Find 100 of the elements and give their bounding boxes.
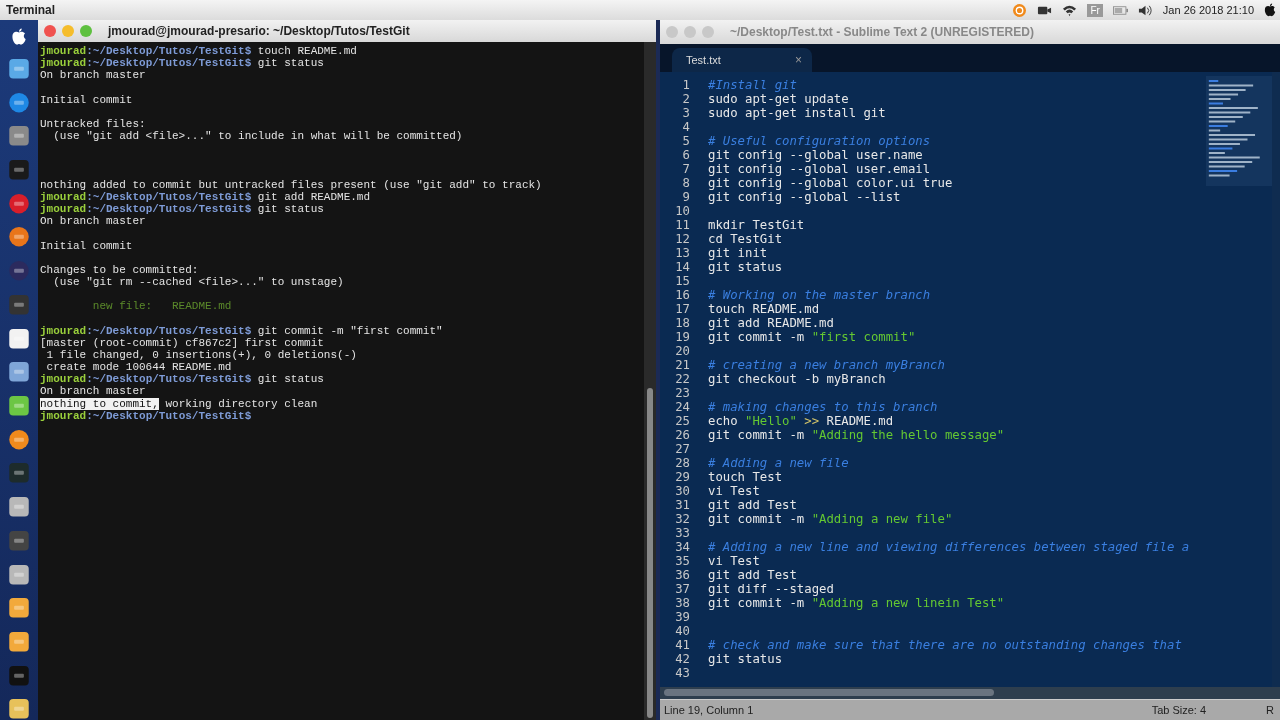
line-number: 27 — [674, 442, 690, 456]
terminal-output: 1 file changed, 0 insertions(+), 0 deletions(-) — [45, 348, 357, 361]
wifi-icon[interactable] — [1062, 3, 1078, 17]
close-button[interactable] — [44, 25, 56, 37]
terminal-output: (use "git add <file>..." to include in what will be committed) — [52, 130, 463, 143]
line-number: 33 — [674, 526, 690, 540]
terminal-output: [master (root-commit) cf867c2] first commit — [40, 336, 324, 349]
line-number: 22 — [674, 372, 690, 386]
code-text: git config --global user.name — [708, 148, 923, 162]
volume-icon[interactable] — [1137, 3, 1153, 17]
prompt-user: jmourad — [40, 409, 87, 422]
line-number: 7 — [681, 162, 690, 176]
window-title: ~/Desktop/Test.txt - Sublime Text 2 (UNREGISTERED) — [730, 25, 1034, 39]
code-text: git status — [708, 260, 783, 274]
code-text: git status — [708, 652, 783, 666]
code-text: git config --global color.ui true — [708, 176, 953, 190]
code-text: vi Test — [708, 484, 760, 498]
line-number: 31 — [674, 498, 690, 512]
code-comment: # check and make sure that there are no outstanding changes that — [708, 638, 1182, 652]
code-text: git add Test — [708, 498, 797, 512]
line-number: 13 — [674, 246, 690, 260]
code-text: sudo apt-get update — [708, 92, 849, 106]
prompt-user: jmourad — [40, 203, 87, 216]
line-number: 26 — [674, 428, 690, 442]
terminal-output: Initial commit — [40, 93, 133, 106]
close-tab-button[interactable]: × — [795, 53, 802, 67]
apple-icon[interactable] — [1264, 3, 1276, 17]
battery-icon[interactable] — [1112, 3, 1128, 17]
tab-size[interactable]: Tab Size: 4 — [1151, 704, 1207, 716]
command-text: touch README.md — [256, 45, 357, 57]
code-text: README.md — [825, 414, 894, 428]
code-text: git config --global user.email — [708, 162, 931, 176]
terminal-output: Untracked files: — [40, 117, 146, 130]
code-operator: >> — [803, 414, 820, 428]
line-number: 3 — [681, 106, 690, 120]
line-number: 1 — [681, 78, 690, 92]
window-title: jmourad@jmourad-presario: ~/Desktop/Tutos/TestGit — [108, 24, 410, 38]
code-comment: # Adding a new line and viewing differences between staged file a — [708, 540, 1190, 554]
line-number: 20 — [674, 344, 690, 358]
code-text: git commit -m — [708, 330, 806, 344]
line-number: 32 — [674, 512, 690, 526]
code-text: touch Test — [708, 470, 783, 484]
selected-text: nothing to commit, — [40, 397, 159, 410]
code-comment: # Working on the master branch — [708, 288, 931, 302]
line-number: 10 — [674, 204, 690, 218]
staged-file: new file: README.md — [91, 300, 232, 313]
code-string: "Hello" — [745, 414, 797, 428]
prompt-path: :~/Desktop/Tutos/TestGit$ — [86, 324, 252, 337]
code-text: git commit -m — [708, 596, 806, 610]
line-number: 42 — [674, 652, 690, 666]
line-number: 11 — [674, 218, 690, 232]
code-string: "Adding the hello message" — [811, 428, 1005, 442]
line-number: 6 — [681, 148, 690, 162]
terminal-output: On branch master — [40, 215, 146, 228]
command-text: git status — [256, 57, 324, 70]
terminal-output: On branch master — [40, 385, 146, 398]
minimap-drawing[interactable] — [1206, 76, 1272, 186]
code-comment: #Install git — [708, 78, 797, 92]
line-number: 14 — [674, 260, 690, 274]
prompt-path: :~/Desktop/Tutos/TestGit$ — [86, 57, 252, 70]
cursor-position: Line 19, Column 1 — [664, 704, 754, 716]
line-number: 21 — [674, 358, 690, 372]
scrollbar[interactable] — [644, 42, 656, 720]
scrollbar[interactable] — [660, 687, 1280, 699]
line-number: 40 — [674, 624, 690, 638]
terminal-output: create mode 100644 README.md — [45, 361, 232, 374]
scrollbar[interactable] — [1272, 72, 1280, 687]
code-comment: # creating a new branch myBranch — [708, 358, 945, 372]
code-text: git checkout -b myBranch — [708, 372, 886, 386]
line-number: 9 — [681, 190, 690, 204]
line-number: 5 — [681, 134, 690, 148]
code-comment: # Useful configuration options — [708, 134, 931, 148]
code-string: "first commit" — [811, 330, 916, 344]
line-number: 35 — [674, 554, 690, 568]
terminal-output: Initial commit — [40, 239, 133, 252]
code-text: git commit -m — [708, 428, 806, 442]
code-string: "Adding a new file" — [811, 512, 953, 526]
file-tab[interactable]: Test.txt × — [672, 48, 812, 72]
code-text: sudo apt-get install git — [708, 106, 886, 120]
line-number: 29 — [674, 470, 690, 484]
clock[interactable]: Jan 26 2018 21:10 — [1162, 4, 1254, 16]
syntax-name[interactable]: R — [1266, 704, 1274, 716]
code-text: vi Test — [708, 554, 760, 568]
code-text: git config --global --list — [708, 190, 901, 204]
terminal-output: working directory clean — [164, 397, 318, 410]
code-text: touch README.md — [708, 302, 820, 316]
prompt-path: :~/Desktop/Tutos/TestGit$ — [86, 373, 252, 386]
line-number: 25 — [674, 414, 690, 428]
code-comment: # Adding a new file — [708, 456, 849, 470]
app-name: Terminal — [6, 3, 56, 17]
prompt-path: :~/Desktop/Tutos/TestGit$ — [86, 190, 252, 203]
prompt-user: jmourad — [40, 373, 87, 386]
terminal-output: On branch master — [40, 69, 146, 82]
command-text: git status — [256, 203, 324, 216]
apple-icon[interactable] — [10, 28, 28, 46]
line-number: 8 — [681, 176, 690, 190]
line-number: 15 — [674, 274, 690, 288]
code-text: git commit -m — [708, 512, 806, 526]
code-text: echo — [708, 414, 739, 428]
line-number: 38 — [674, 596, 690, 610]
